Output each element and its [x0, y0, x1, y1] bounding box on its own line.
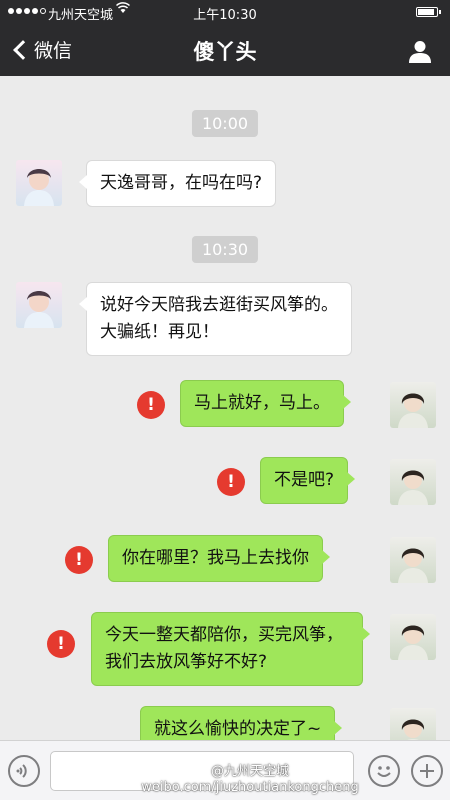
chat-area[interactable]: 10:00 天逸哥哥，在吗在吗? 10:30 说好今天陪我去逛街买风筝的。大骗纸… — [0, 76, 450, 740]
watermark: @九州天空城 weibo.com/jiuzhoutiankongcheng — [120, 764, 380, 796]
message-timestamp: 10:00 — [191, 110, 259, 137]
status-time: 上午10:30 — [193, 8, 257, 23]
outgoing-message[interactable]: 马上就好，马上。 — [180, 380, 351, 427]
user-avatar[interactable] — [390, 708, 436, 740]
watermark-handle: @九州天空城 — [210, 764, 289, 779]
message-timestamp: 10:30 — [191, 236, 259, 263]
user-avatar[interactable] — [390, 382, 436, 428]
outgoing-message[interactable]: 你在哪里？我马上去找你 — [108, 535, 330, 582]
outgoing-message[interactable]: 就这么愉快的决定了~ — [140, 706, 343, 740]
battery-icon — [416, 7, 441, 17]
user-avatar[interactable] — [390, 537, 436, 583]
user-avatar[interactable] — [390, 459, 436, 505]
voice-icon — [16, 764, 27, 778]
status-bar: 九州天空城 上午10:30 — [0, 0, 450, 24]
send-failed-icon[interactable]: ! — [65, 546, 93, 574]
chat-title: 傻丫头 — [193, 40, 257, 64]
contact-avatar[interactable] — [16, 160, 62, 206]
incoming-message[interactable]: 天逸哥哥，在吗在吗? — [78, 160, 277, 207]
watermark-url: weibo.com/jiuzhoutiankongcheng — [141, 780, 359, 795]
plus-icon — [420, 764, 434, 778]
nav-bar: 微信 傻丫头 — [0, 24, 450, 76]
user-avatar[interactable] — [390, 614, 436, 660]
send-failed-icon[interactable]: ! — [137, 391, 165, 419]
outgoing-message[interactable]: 今天一整天都陪你，买完风筝，我们去放风筝好不好? — [91, 612, 370, 686]
more-button[interactable] — [411, 755, 443, 787]
voice-button[interactable] — [8, 755, 40, 787]
outgoing-message[interactable]: 不是吧? — [260, 457, 356, 504]
send-failed-icon[interactable]: ! — [47, 630, 75, 658]
incoming-message[interactable]: 说好今天陪我去逛街买风筝的。大骗纸！再见！ — [79, 282, 352, 356]
contact-avatar[interactable] — [16, 282, 62, 328]
send-failed-icon[interactable]: ! — [217, 468, 245, 496]
profile-icon[interactable] — [408, 39, 432, 63]
